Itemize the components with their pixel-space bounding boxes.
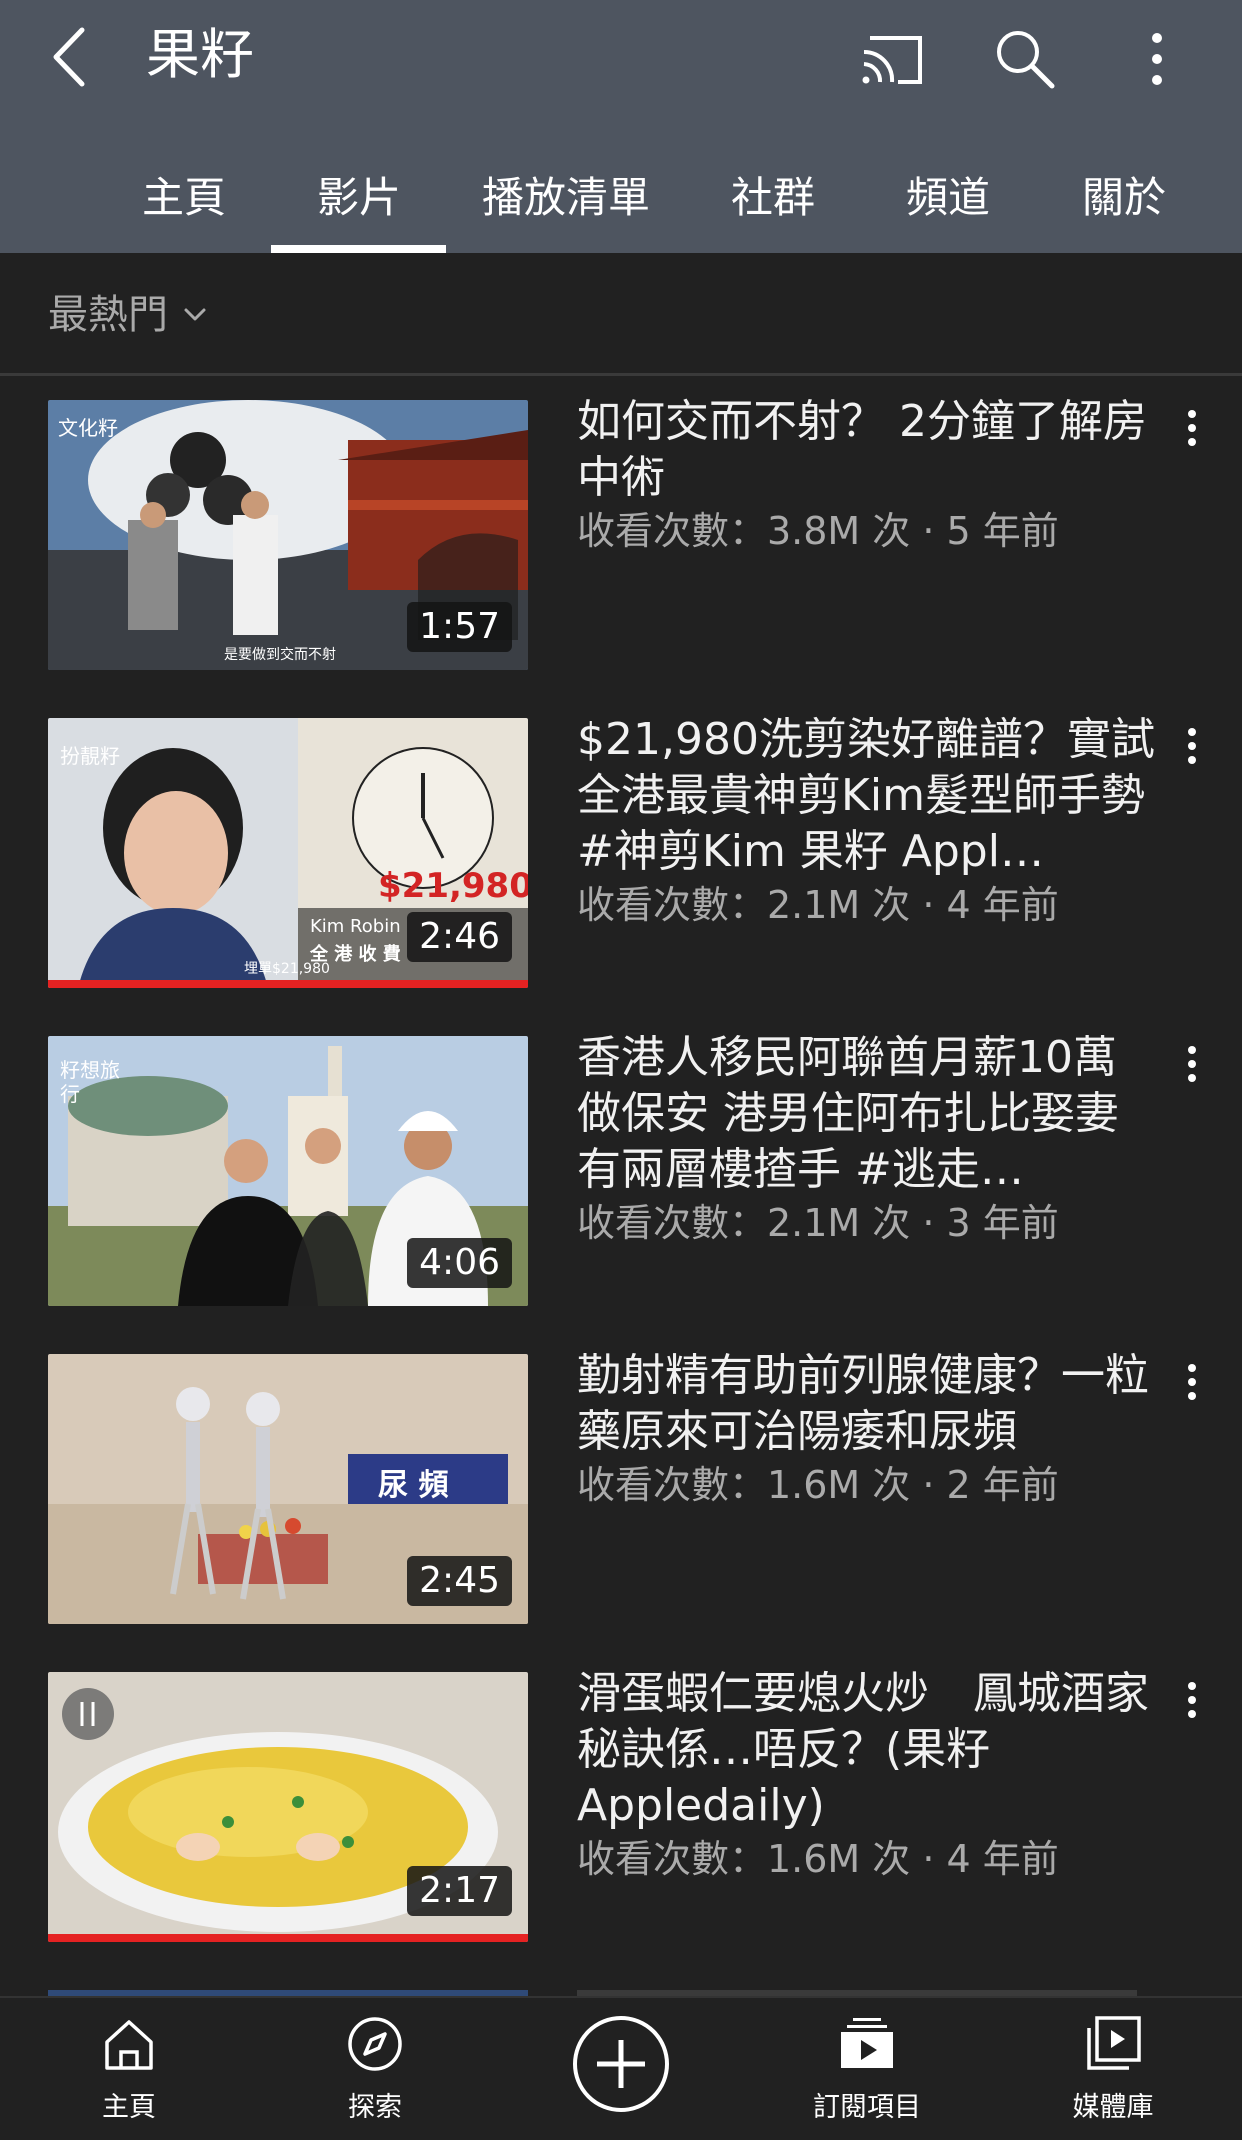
- chevron-down-icon: [184, 308, 206, 321]
- nav-subscriptions-label: 訂閱項目: [813, 2092, 921, 2123]
- home-icon: [105, 2020, 153, 2070]
- video-title[interactable]: 滑蛋蝦仁要熄火炒 鳳城酒家秘訣係…唔反？(果籽 Appledaily): [577, 1666, 1157, 1834]
- channel-tabs: 主頁 影片 播放清單 社群 頻道 關於: [0, 140, 1242, 253]
- channel-title: 果籽: [146, 23, 254, 86]
- back-arrow-icon: [53, 27, 85, 87]
- video-more-button[interactable]: [1170, 718, 1214, 778]
- video-thumbnail[interactable]: 尿 頻 2:45: [48, 1354, 528, 1624]
- tab-about[interactable]: 關於: [1082, 170, 1166, 226]
- video-more-button[interactable]: [1170, 1354, 1214, 1414]
- video-meta: 收看次數：3.8M 次 · 5 年前: [577, 509, 1059, 553]
- back-button[interactable]: [40, 22, 110, 92]
- tab-videos[interactable]: 影片: [317, 170, 401, 226]
- library-icon: [1087, 2016, 1141, 2070]
- video-thumbnail[interactable]: 文化籽 是要做到交而不射 1:57: [48, 400, 528, 670]
- search-button[interactable]: [990, 24, 1060, 94]
- video-duration: 2:46: [407, 912, 512, 962]
- video-title[interactable]: $21,980洗剪染好離譜？實試全港最貴神剪Kim髮型師手勢 #神剪Kim 果籽…: [577, 712, 1157, 880]
- video-item[interactable]: 文化籽 是要做到交而不射 1:57 如何交而不射？ 2分鐘了解房中術 收看次數：…: [0, 396, 1242, 670]
- video-item[interactable]: 扮靚籽 $21,980 Kim Robin 全 港 收 費 埋單$21,980 …: [0, 714, 1242, 988]
- video-duration: 4:06: [407, 1238, 512, 1288]
- more-vert-icon: [1188, 1364, 1196, 1400]
- add-circle-icon: [573, 2016, 669, 2112]
- video-item[interactable]: 尿 頻 2:45 勤射精有助前列腺健康？一粒藥原來可治陽痿和尿頻 收看次數：1.…: [0, 1350, 1242, 1624]
- tab-community[interactable]: 社群: [731, 170, 815, 226]
- video-duration: 2:17: [407, 1866, 512, 1916]
- thumbnail-price: $21,980: [378, 866, 528, 906]
- create-button[interactable]: [521, 1998, 721, 2140]
- more-vert-icon: [1188, 728, 1196, 764]
- video-duration: 1:57: [407, 602, 512, 652]
- video-duration: 2:45: [407, 1556, 512, 1606]
- video-item[interactable]: 籽想旅行 4:06 香港人移民阿聯酋月薪10萬做保安 港男住阿布扎比娶妻有兩層樓…: [0, 1032, 1242, 1306]
- video-title[interactable]: 勤射精有助前列腺健康？一粒藥原來可治陽痿和尿頻: [577, 1348, 1157, 1460]
- channel-header: 果籽 主頁 影片 播放清單 社群 頻道 關於: [0, 0, 1242, 253]
- nav-home-label: 主頁: [102, 2092, 156, 2123]
- video-thumbnail[interactable]: 2:17: [48, 1672, 528, 1942]
- more-vert-icon: [1188, 1046, 1196, 1082]
- thumbnail-badge: 扮靚籽: [60, 744, 120, 768]
- thumbnail-label: 尿 頻: [378, 1468, 449, 1503]
- more-vert-icon: [1188, 1682, 1196, 1718]
- video-thumbnail[interactable]: 籽想旅行 4:06: [48, 1036, 528, 1306]
- video-more-button[interactable]: [1170, 1672, 1214, 1732]
- thumbnail-badge: 籽想旅行: [60, 1058, 120, 1106]
- watch-progress-bar: [48, 980, 528, 988]
- video-title[interactable]: 如何交而不射？ 2分鐘了解房中術: [577, 394, 1157, 506]
- video-meta: 收看次數：1.6M 次 · 2 年前: [577, 1463, 1059, 1507]
- video-item[interactable]: 2:17 滑蛋蝦仁要熄火炒 鳳城酒家秘訣係…唔反？(果籽 Appledaily)…: [0, 1668, 1242, 1942]
- sort-dropdown[interactable]: 最熱門: [48, 287, 210, 343]
- cast-button[interactable]: [858, 24, 928, 94]
- thumbnail-caption: 是要做到交而不射: [224, 647, 336, 663]
- video-meta: 收看次數：1.6M 次 · 4 年前: [577, 1837, 1059, 1881]
- sort-label: 最熱門: [48, 292, 168, 338]
- fork-knife-icon: [62, 1688, 114, 1740]
- video-title[interactable]: 香港人移民阿聯酋月薪10萬做保安 港男住阿布扎比娶妻有兩層樓揸手 #逃走…: [577, 1030, 1157, 1198]
- watch-progress-bar: [48, 1934, 528, 1942]
- more-options-button[interactable]: [1122, 24, 1192, 94]
- nav-library-label: 媒體庫: [1072, 2092, 1154, 2123]
- bottom-navigation: 主頁 探索 訂閱項目 媒體庫: [0, 1996, 1242, 2140]
- thumbnail-badge: 文化籽: [58, 416, 118, 440]
- sort-bar: 最熱門: [0, 253, 1242, 376]
- active-tab-indicator: [271, 245, 446, 253]
- nav-explore[interactable]: 探索: [275, 1998, 475, 2140]
- video-thumbnail[interactable]: 扮靚籽 $21,980 Kim Robin 全 港 收 費 埋單$21,980 …: [48, 718, 528, 988]
- video-meta: 收看次數：2.1M 次 · 3 年前: [577, 1201, 1059, 1245]
- more-vert-icon: [1152, 33, 1162, 85]
- nav-explore-label: 探索: [348, 2092, 402, 2123]
- video-more-button[interactable]: [1170, 1036, 1214, 1096]
- cast-icon: [862, 36, 922, 84]
- video-meta: 收看次數：2.1M 次 · 4 年前: [577, 883, 1059, 927]
- more-vert-icon: [1188, 410, 1196, 446]
- video-more-button[interactable]: [1170, 400, 1214, 460]
- subscriptions-icon: [841, 2018, 893, 2068]
- thumbnail-caption: 埋單$21,980: [244, 961, 330, 977]
- nav-home[interactable]: 主頁: [29, 1998, 229, 2140]
- top-app-bar: 果籽: [0, 0, 1242, 115]
- tab-home[interactable]: 主頁: [142, 170, 226, 226]
- compass-icon: [348, 2017, 402, 2071]
- tab-playlists[interactable]: 播放清單: [482, 170, 650, 226]
- nav-library[interactable]: 媒體庫: [1013, 1998, 1213, 2140]
- thumbnail-name: Kim Robin: [310, 916, 401, 937]
- nav-subscriptions[interactable]: 訂閱項目: [767, 1998, 967, 2140]
- tab-channels[interactable]: 頻道: [906, 170, 990, 226]
- search-icon: [997, 31, 1055, 89]
